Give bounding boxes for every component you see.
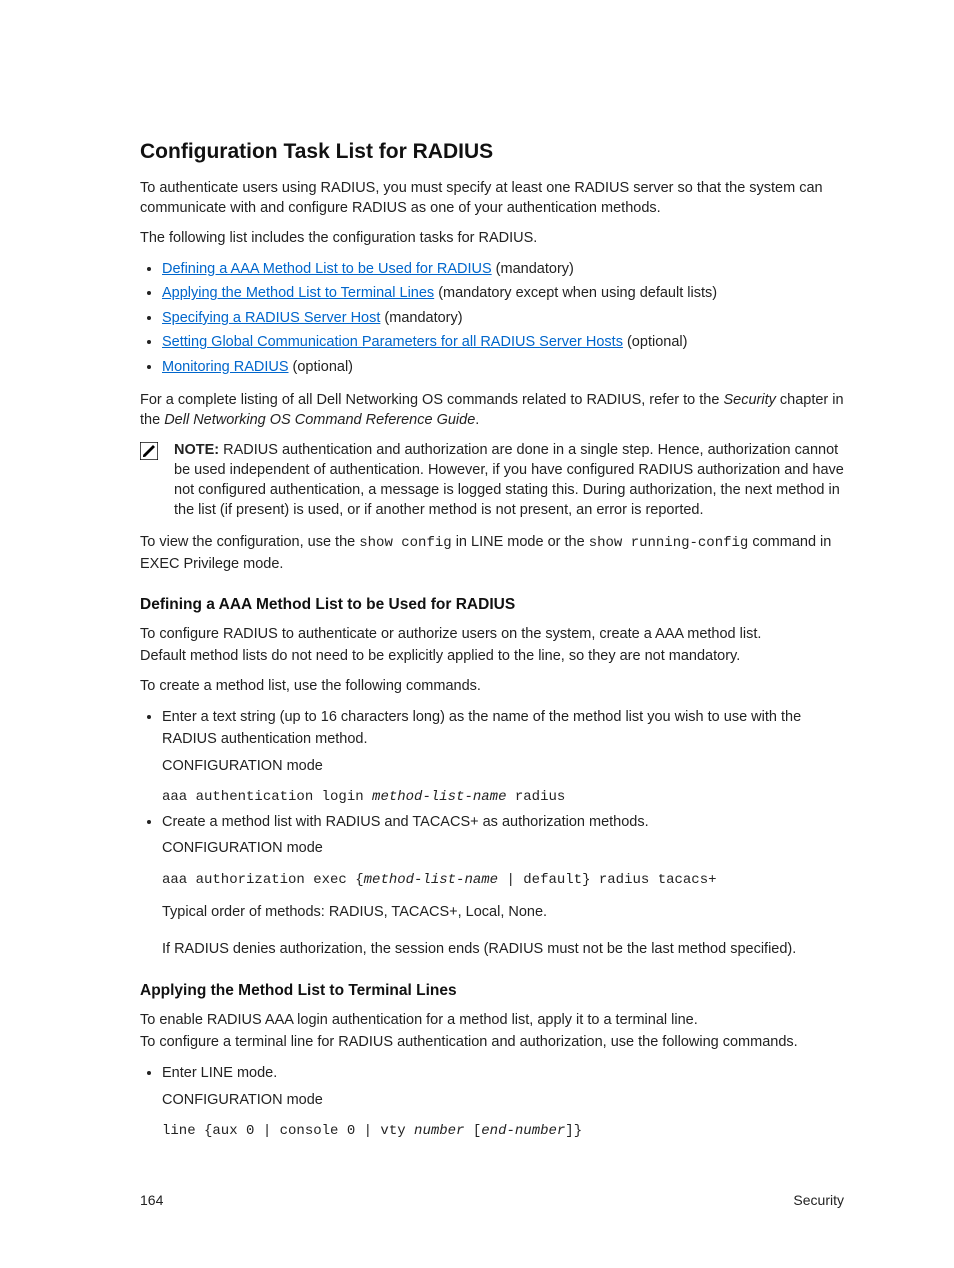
task-item: Applying the Method List to Terminal Lin… [162,282,844,304]
task-item: Monitoring RADIUS (optional) [162,356,844,378]
command-placeholder: number [414,1123,464,1139]
task-link[interactable]: Applying the Method List to Terminal Lin… [162,285,434,301]
section-heading: Applying the Method List to Terminal Lin… [140,982,844,1000]
note-icon [140,442,158,460]
config-mode-label: CONFIGURATION mode [162,755,844,777]
step-list: Enter LINE mode. CONFIGURATION mode line… [140,1062,844,1143]
inline-command: show running-config [589,535,749,551]
note-block: NOTE: RADIUS authentication and authoriz… [140,440,844,520]
note-label: NOTE: [174,442,223,458]
task-item: Specifying a RADIUS Server Host (mandato… [162,307,844,329]
step-item: Create a method list with RADIUS and TAC… [162,811,844,961]
note-body: RADIUS authentication and authorization … [174,442,844,518]
command-block: line {aux 0 | console 0 | vty number [en… [162,1121,844,1143]
section-heading: Defining a AAA Method List to be Used fo… [140,596,844,614]
section-paragraph: To create a method list, use the followi… [140,676,844,696]
step-item: Enter a text string (up to 16 characters… [162,706,844,809]
task-suffix: (optional) [623,334,687,350]
page-title: Configuration Task List for RADIUS [140,140,844,164]
task-suffix: (mandatory) [492,261,574,277]
command-placeholder: method-list-name [372,789,506,805]
section-paragraph: To configure a terminal line for RADIUS … [140,1032,844,1052]
step-list: Enter a text string (up to 16 characters… [140,706,844,961]
command-block: aaa authorization exec {method-list-name… [162,870,844,892]
task-suffix: (mandatory except when using default lis… [434,285,717,301]
config-mode-label: CONFIGURATION mode [162,1089,844,1111]
task-item: Defining a AAA Method List to be Used fo… [162,258,844,280]
task-link[interactable]: Monitoring RADIUS [162,359,289,375]
task-list: Defining a AAA Method List to be Used fo… [140,258,844,378]
task-link[interactable]: Specifying a RADIUS Server Host [162,310,380,326]
step-note: Typical order of methods: RADIUS, TACACS… [162,901,844,923]
reference-paragraph: For a complete listing of all Dell Netwo… [140,390,844,430]
view-config-paragraph: To view the configuration, use the show … [140,532,844,573]
section-paragraph: To enable RADIUS AAA login authenticatio… [140,1010,844,1030]
task-link[interactable]: Defining a AAA Method List to be Used fo… [162,261,492,277]
task-suffix: (mandatory) [380,310,462,326]
step-item: Enter LINE mode. CONFIGURATION mode line… [162,1062,844,1143]
task-link[interactable]: Setting Global Communication Parameters … [162,334,623,350]
config-mode-label: CONFIGURATION mode [162,837,844,859]
page-number: 164 [140,1192,163,1208]
intro-paragraph-1: To authenticate users using RADIUS, you … [140,178,844,218]
ref-italic: Security [723,392,775,408]
ref-italic: Dell Networking OS Command Reference Gui… [164,412,475,428]
command-placeholder: end-number [481,1123,565,1139]
chapter-name: Security [793,1192,844,1208]
inline-command: show config [359,535,451,551]
note-text: NOTE: RADIUS authentication and authoriz… [174,440,844,520]
section-paragraph: To configure RADIUS to authenticate or a… [140,624,844,644]
task-item: Setting Global Communication Parameters … [162,331,844,353]
step-note: If RADIUS denies authorization, the sess… [162,938,844,960]
page-footer: 164 Security [140,1192,844,1208]
task-suffix: (optional) [289,359,353,375]
section-paragraph: Default method lists do not need to be e… [140,646,844,666]
command-block: aaa authentication login method-list-nam… [162,787,844,809]
command-placeholder: method-list-name [364,872,498,888]
intro-paragraph-2: The following list includes the configur… [140,228,844,248]
